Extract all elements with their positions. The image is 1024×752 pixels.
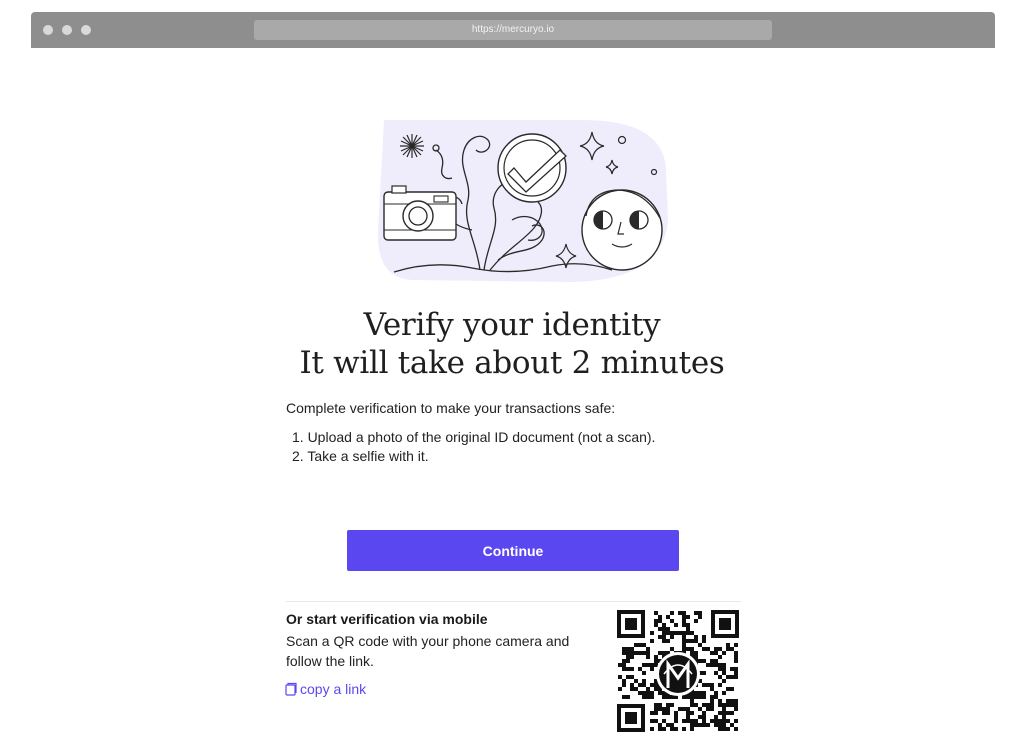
page-title-line-1: Verify your identity xyxy=(363,307,661,343)
window-close-dot[interactable] xyxy=(43,25,53,35)
mobile-verification-description: Scan a QR code with your phone camera an… xyxy=(286,633,570,669)
step-item: 2. Take a selfie with it. xyxy=(292,448,429,464)
mobile-verification-title: Or start verification via mobile xyxy=(286,611,488,627)
mercuryo-logo-icon xyxy=(656,652,700,696)
window-zoom-dot[interactable] xyxy=(81,25,91,35)
window-minimize-dot[interactable] xyxy=(62,25,72,35)
checkmark-icon xyxy=(497,133,567,203)
continue-button[interactable]: Continue xyxy=(347,530,679,571)
section-divider xyxy=(286,601,741,602)
copy-icon xyxy=(285,682,297,696)
browser-toolbar: https://mercuryo.io xyxy=(31,12,995,48)
camera-icon xyxy=(383,185,457,241)
address-bar[interactable]: https://mercuryo.io xyxy=(254,20,772,40)
copy-link-label: copy a link xyxy=(300,681,367,697)
starburst-icon xyxy=(400,134,424,158)
intro-text: Complete verification to make your trans… xyxy=(286,400,616,416)
qr-code-icon[interactable] xyxy=(615,608,741,734)
step-item: 1. Upload a photo of the original ID doc… xyxy=(292,429,656,445)
identity-verification-illustration xyxy=(377,120,668,282)
page-title-line-2: It will take about 2 minutes xyxy=(299,345,725,381)
copy-link-button[interactable]: copy a link xyxy=(285,681,366,697)
selfie-face-icon xyxy=(581,189,663,271)
steps-list: 1. Upload a photo of the original ID doc… xyxy=(292,428,752,466)
page-title: Verify your identity It will take about … xyxy=(212,306,812,382)
